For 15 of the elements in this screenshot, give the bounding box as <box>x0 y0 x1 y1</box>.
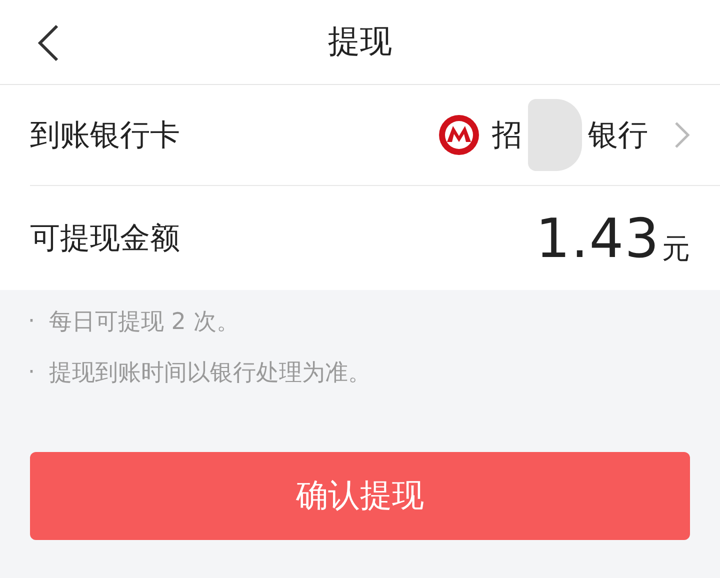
note-text: 每日可提现 2 次。 <box>49 308 240 337</box>
bullet: · <box>28 309 35 334</box>
amount-unit: 元 <box>662 231 690 267</box>
back-icon[interactable] <box>36 24 60 62</box>
page-title: 提现 <box>328 21 392 62</box>
amount-value: 1.43 <box>536 206 660 270</box>
redaction-mark <box>528 99 582 171</box>
bank-name: 招 <box>492 116 522 154</box>
row-label: 到账银行卡 <box>30 116 180 154</box>
confirm-button[interactable]: 确认提现 <box>30 452 690 540</box>
bullet: · <box>28 360 35 385</box>
bank-name: 银行 <box>588 116 648 154</box>
row-label: 可提现金额 <box>30 220 180 258</box>
bank-logo-icon <box>438 114 480 156</box>
note-text: 提现到账时间以银行处理为准。 <box>49 359 371 388</box>
